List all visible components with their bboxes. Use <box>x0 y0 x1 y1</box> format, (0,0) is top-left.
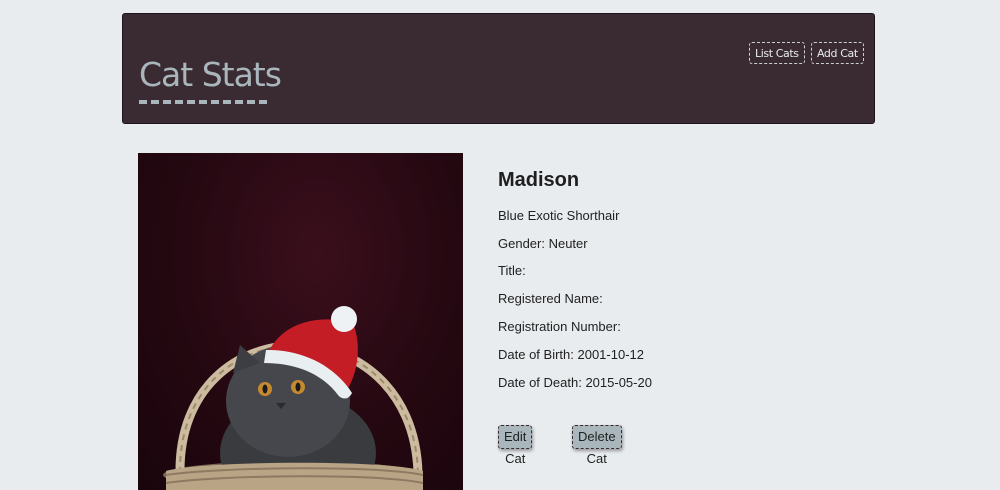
add-cat-button[interactable]: Add Cat <box>811 42 864 64</box>
cat-photo <box>138 153 463 490</box>
site-logo[interactable]: Cat Stats <box>139 58 282 91</box>
list-cats-button[interactable]: List Cats <box>749 42 805 64</box>
cat-photo-illustration <box>163 306 424 490</box>
cat-registered-name: Registered Name: <box>498 291 603 306</box>
cat-name-heading: Madison <box>498 169 580 191</box>
edit-cat-button[interactable]: Edit Cat <box>498 425 533 466</box>
cat-gender: Gender: Neuter <box>498 236 588 251</box>
logo-underline <box>139 100 267 104</box>
delete-cat-button[interactable]: Delete Cat <box>572 425 622 466</box>
cat-registration-number: Registration Number: <box>498 319 621 334</box>
cat-title: Title: <box>498 263 526 278</box>
site-header: Cat Stats List Cats Add Cat <box>122 13 875 124</box>
cat-date-of-death: Date of Death: 2015-05-20 <box>498 375 652 390</box>
cat-date-of-birth: Date of Birth: 2001-10-12 <box>498 347 644 362</box>
cat-breed: Blue Exotic Shorthair <box>498 208 620 223</box>
